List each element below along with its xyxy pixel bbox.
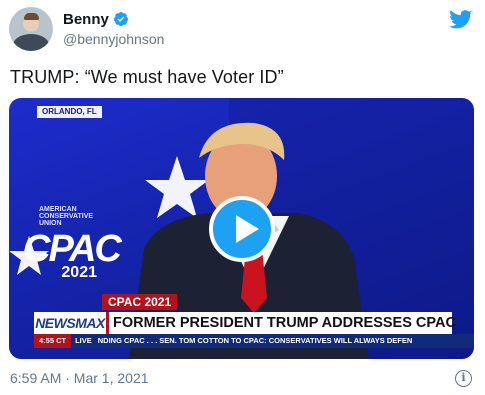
avatar-hair: [24, 13, 39, 20]
author-handle[interactable]: @bennyjohnson: [63, 31, 164, 47]
network-logo: NEWSMAX: [34, 312, 106, 334]
twitter-bird-icon[interactable]: [449, 10, 473, 30]
tweet-card: Benny @bennyjohnson TRUMP: “We must have…: [0, 0, 485, 395]
author-name-row[interactable]: Benny: [63, 9, 129, 29]
news-ticker: 4:55 CT LIVE NDING CPAC . . . SEN. TOM COT…: [34, 334, 474, 348]
tweet-timestamp[interactable]: 6:59 AM · Mar 1, 2021: [10, 370, 149, 386]
lower-third-tag: CPAC 2021: [102, 294, 178, 310]
avatar-suit: [13, 34, 49, 51]
play-icon[interactable]: [209, 196, 275, 262]
verified-badge-icon: [113, 12, 128, 26]
video-player[interactable]: ORLANDO, FL AMERICAN CONSERVATIVE UNION …: [9, 98, 474, 359]
ticker-time: 4:55 CT: [34, 334, 72, 348]
author-avatar[interactable]: [9, 7, 53, 51]
author-display-name[interactable]: Benny: [63, 11, 109, 28]
lower-third-headline: FORMER PRESIDENT TRUMP ADDRESSES CPAC: [106, 312, 456, 334]
ticker-crawl: NDING CPAC . . . SEN. TOM COTTON TO CPAC…: [97, 336, 413, 345]
ticker-live-label: LIVE: [75, 336, 92, 345]
tweet-text: TRUMP: “We must have Voter ID”: [10, 67, 284, 87]
info-icon[interactable]: i: [455, 370, 472, 387]
